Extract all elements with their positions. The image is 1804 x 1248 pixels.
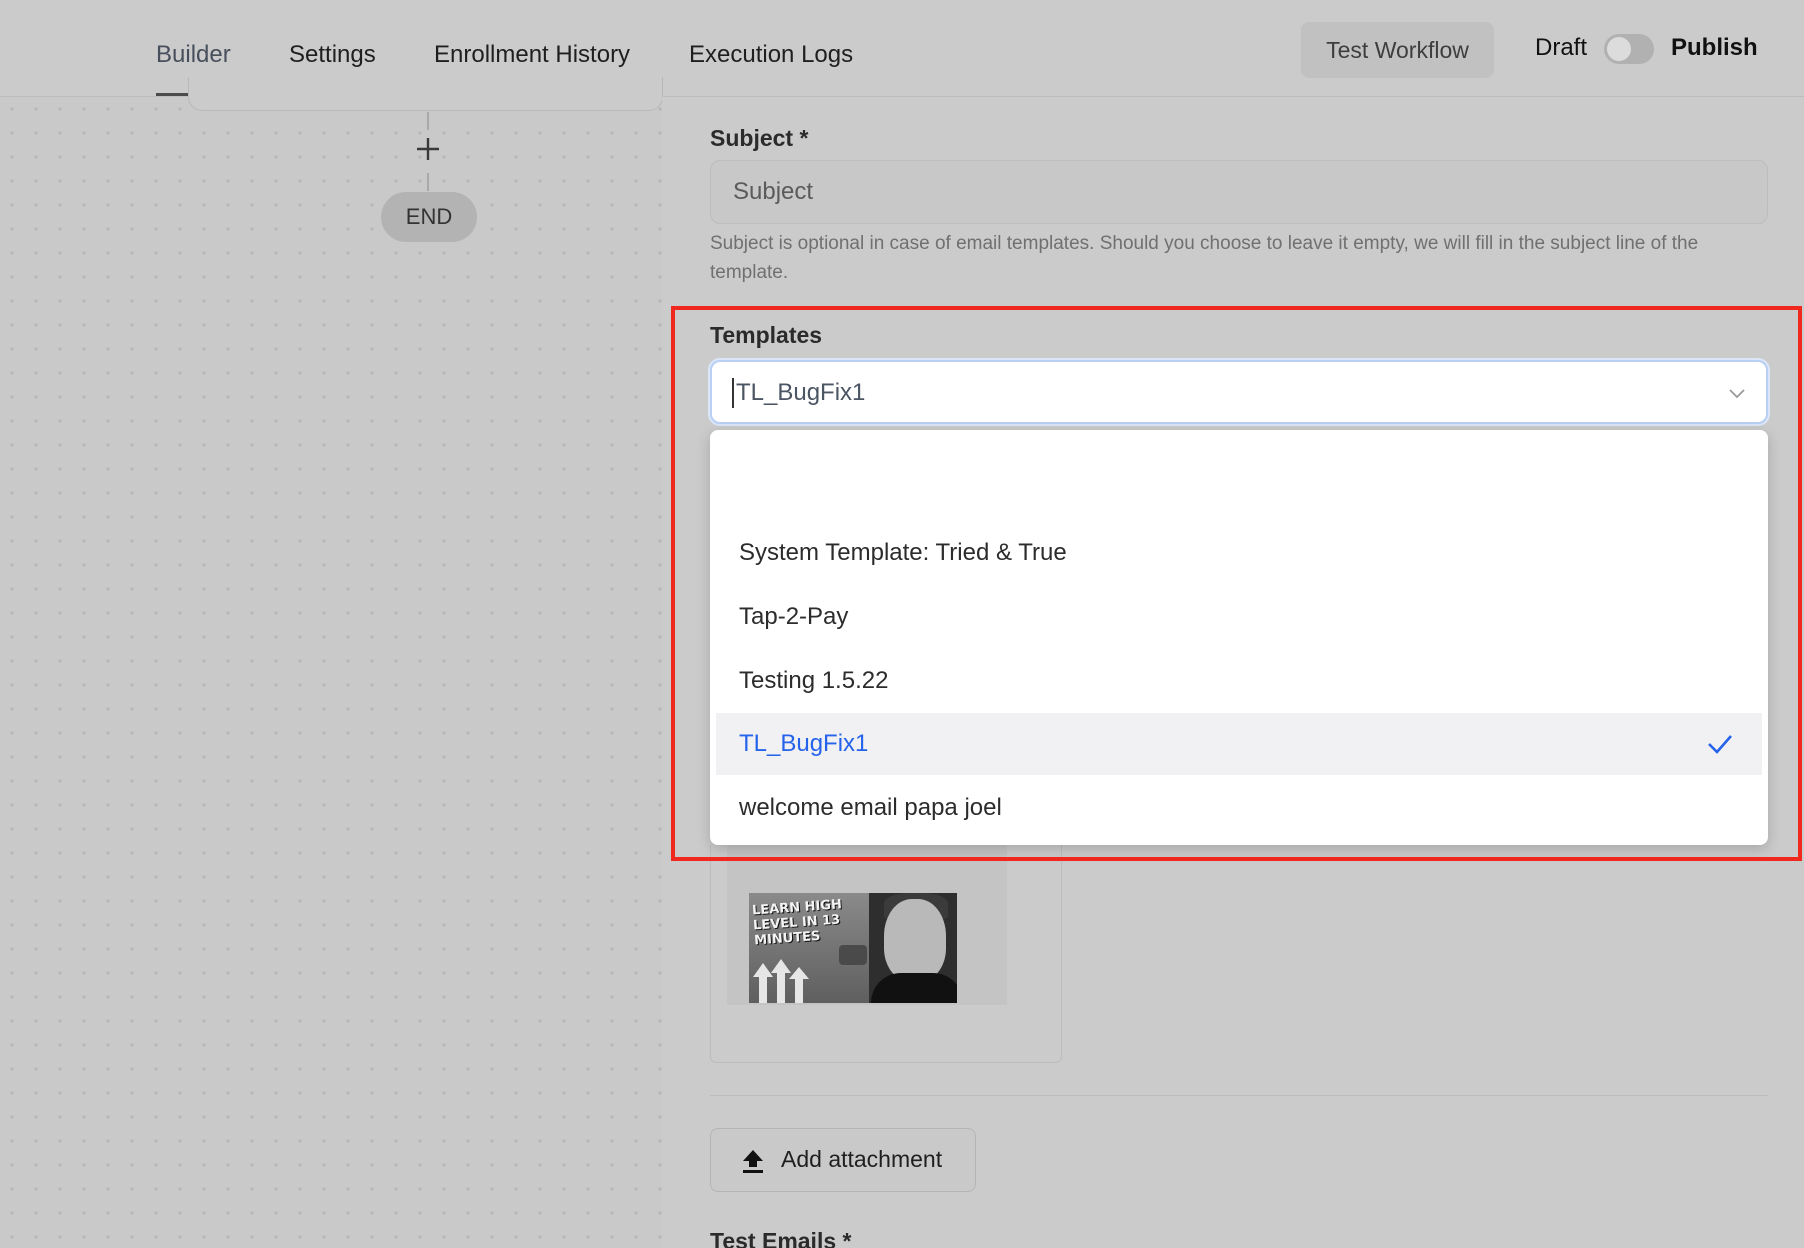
template-preview: LEARN HIGH LEVEL IN 13 MINUTES: [710, 845, 1062, 1063]
thumbnail-shirt: [871, 973, 957, 1003]
arrows-logo-icon: [753, 959, 809, 1003]
thumbnail-text: LEARN HIGH LEVEL IN 13 MINUTES: [751, 897, 843, 949]
tab-execution-logs[interactable]: Execution Logs: [689, 38, 853, 96]
connector-line: [427, 112, 429, 130]
subject-input[interactable]: Subject: [710, 160, 1768, 224]
workflow-builder-page: Builder Settings Enrollment History Exec…: [0, 0, 1804, 1248]
highlight-annotation-box: [671, 306, 1802, 861]
section-divider: [710, 1095, 1768, 1096]
test-emails-label: Test Emails *: [710, 1228, 852, 1248]
test-workflow-button[interactable]: Test Workflow: [1301, 22, 1494, 78]
template-thumbnail-image: LEARN HIGH LEVEL IN 13 MINUTES: [749, 893, 957, 1003]
workflow-node-card[interactable]: [188, 77, 663, 111]
end-node: END: [381, 192, 477, 242]
subject-help-text: Subject is optional in case of email tem…: [710, 233, 1699, 283]
workflow-canvas[interactable]: END: [0, 77, 663, 1248]
subject-label: Subject *: [710, 125, 809, 151]
connector-line: [427, 173, 429, 191]
upload-icon: [743, 1150, 763, 1173]
add-attachment-label: Add attachment: [781, 1146, 943, 1172]
publish-toggle[interactable]: [1604, 34, 1654, 64]
add-attachment-button[interactable]: Add attachment: [710, 1128, 976, 1192]
thumbnail-face: [884, 899, 946, 981]
toggle-knob: [1607, 37, 1631, 61]
plus-icon[interactable]: [414, 135, 442, 163]
draft-label: Draft: [1535, 34, 1588, 61]
play-icon: [839, 945, 867, 965]
publish-label: Publish: [1671, 34, 1758, 61]
